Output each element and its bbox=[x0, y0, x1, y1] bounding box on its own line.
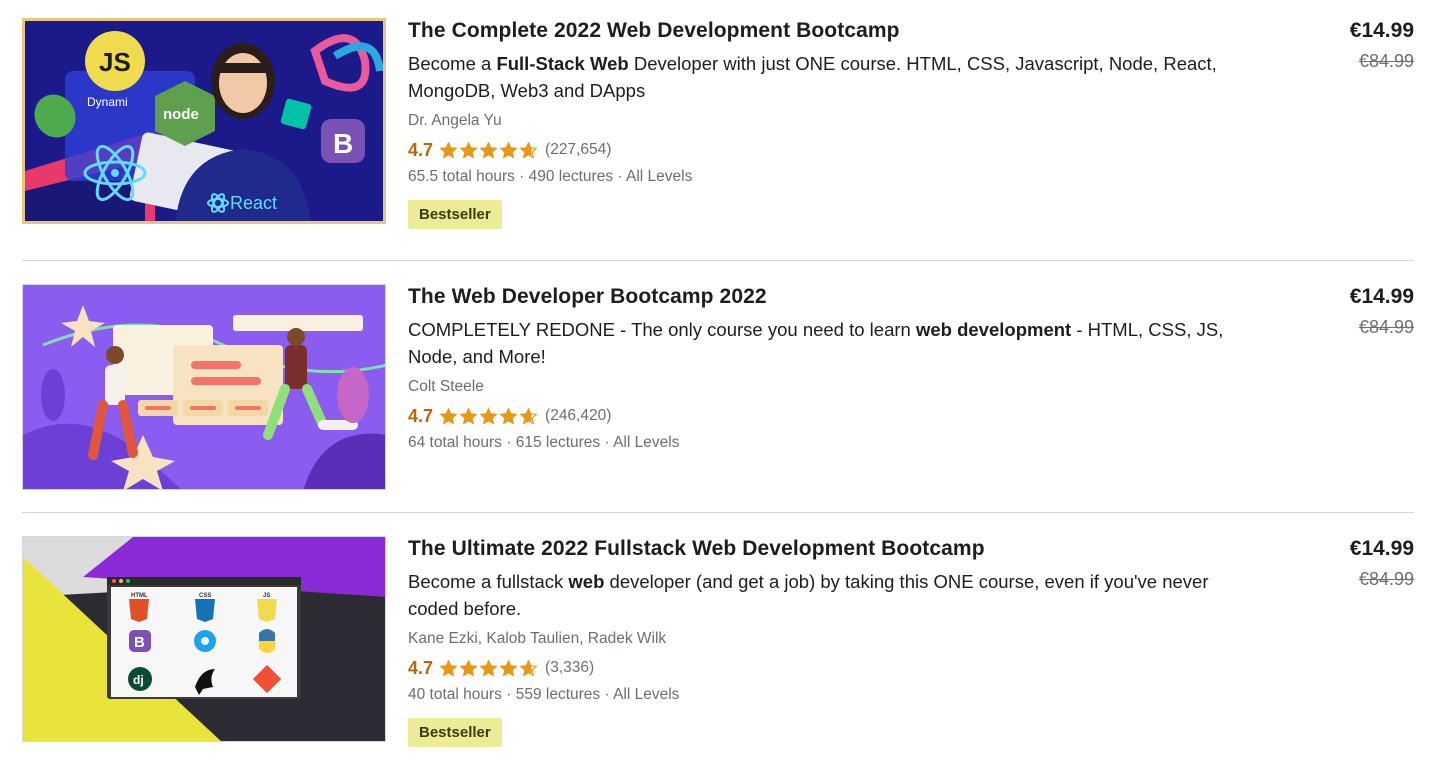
star-icon bbox=[440, 141, 458, 158]
star-icon bbox=[460, 141, 478, 158]
course-title[interactable]: The Web Developer Bootcamp 2022 bbox=[408, 284, 1238, 310]
svg-text:CSS: CSS bbox=[199, 593, 211, 599]
divider bbox=[22, 260, 1414, 261]
course-title[interactable]: The Complete 2022 Web Development Bootca… bbox=[408, 18, 1238, 44]
price-block: €14.99 €84.99 bbox=[1350, 18, 1414, 72]
course-meta: 40 total hours · 559 lectures · All Leve… bbox=[408, 686, 680, 703]
star-icon bbox=[480, 141, 498, 158]
review-count: (3,336) bbox=[545, 659, 595, 676]
svg-text:dj: dj bbox=[133, 673, 144, 687]
course-info: The Ultimate 2022 Fullstack Web Developm… bbox=[408, 536, 1238, 747]
star-icon bbox=[520, 141, 538, 158]
course-thumbnail-image: JS Dynami node React B bbox=[25, 21, 383, 221]
star-icon bbox=[500, 407, 518, 424]
course-meta: 64 total hours · 615 lectures · All Leve… bbox=[408, 434, 680, 451]
star-icon bbox=[520, 407, 538, 424]
course-author: Dr. Angela Yu bbox=[408, 112, 502, 129]
star-icon bbox=[520, 659, 538, 676]
course-info: The Complete 2022 Web Development Bootca… bbox=[408, 18, 1238, 229]
original-price: €84.99 bbox=[1358, 317, 1414, 337]
course-author: Colt Steele bbox=[408, 378, 484, 395]
rating-row: 4.7 (246,420) bbox=[408, 404, 1238, 428]
star-icon bbox=[500, 659, 518, 676]
star-icon bbox=[460, 659, 478, 676]
star-rating bbox=[439, 407, 539, 426]
course-thumbnail[interactable]: JS Dynami node React B bbox=[22, 18, 386, 224]
star-icon bbox=[440, 659, 458, 676]
rating-row: 4.7 (3,336) bbox=[408, 656, 1238, 680]
course-author: Kane Ezki, Kalob Taulien, Radek Wilk bbox=[408, 630, 667, 647]
current-price: €14.99 bbox=[1349, 285, 1414, 308]
course-thumbnail-image bbox=[23, 285, 385, 489]
star-icon bbox=[480, 659, 498, 676]
star-rating bbox=[439, 659, 539, 678]
rating-value: 4.7 bbox=[408, 139, 434, 160]
price-block: €14.99 €84.99 bbox=[1350, 284, 1414, 338]
course-description: Become a Full-Stack Web Developer with j… bbox=[408, 53, 1217, 101]
svg-text:B: B bbox=[134, 634, 145, 651]
svg-text:B: B bbox=[333, 128, 353, 159]
svg-text:React: React bbox=[230, 193, 277, 213]
star-icon bbox=[500, 141, 518, 158]
bestseller-badge: Bestseller bbox=[408, 718, 502, 747]
rating-row: 4.7 (227,654) bbox=[408, 138, 1238, 162]
course-thumbnail[interactable] bbox=[22, 284, 386, 490]
star-icon bbox=[460, 407, 478, 424]
current-price: €14.99 bbox=[1349, 19, 1414, 42]
original-price: €84.99 bbox=[1358, 569, 1414, 589]
bestseller-badge: Bestseller bbox=[408, 200, 502, 229]
original-price: €84.99 bbox=[1358, 51, 1414, 71]
course-description: COMPLETELY REDONE - The only course you … bbox=[408, 319, 1224, 367]
review-count: (227,654) bbox=[545, 141, 612, 158]
current-price: €14.99 bbox=[1349, 537, 1414, 560]
course-title[interactable]: The Ultimate 2022 Fullstack Web Developm… bbox=[408, 536, 1238, 562]
svg-text:JS: JS bbox=[263, 593, 270, 599]
course-thumbnail[interactable]: HTML CSS JS B dj bbox=[22, 536, 386, 742]
review-count: (246,420) bbox=[545, 407, 612, 424]
course-info: The Web Developer Bootcamp 2022 COMPLETE… bbox=[408, 284, 1238, 454]
rating-value: 4.7 bbox=[408, 405, 434, 426]
svg-text:Dynami: Dynami bbox=[87, 95, 128, 109]
svg-text:HTML: HTML bbox=[131, 593, 148, 599]
svg-text:JS: JS bbox=[99, 47, 131, 77]
course-thumbnail-image: HTML CSS JS B dj bbox=[23, 537, 385, 741]
star-icon bbox=[480, 407, 498, 424]
course-meta: 65.5 total hours · 490 lectures · All Le… bbox=[408, 168, 693, 185]
star-icon bbox=[440, 407, 458, 424]
star-rating bbox=[439, 141, 539, 160]
divider bbox=[22, 512, 1414, 513]
svg-text:node: node bbox=[163, 106, 199, 123]
rating-value: 4.7 bbox=[408, 657, 434, 678]
price-block: €14.99 €84.99 bbox=[1350, 536, 1414, 590]
course-description: Become a fullstack web developer (and ge… bbox=[408, 571, 1209, 619]
